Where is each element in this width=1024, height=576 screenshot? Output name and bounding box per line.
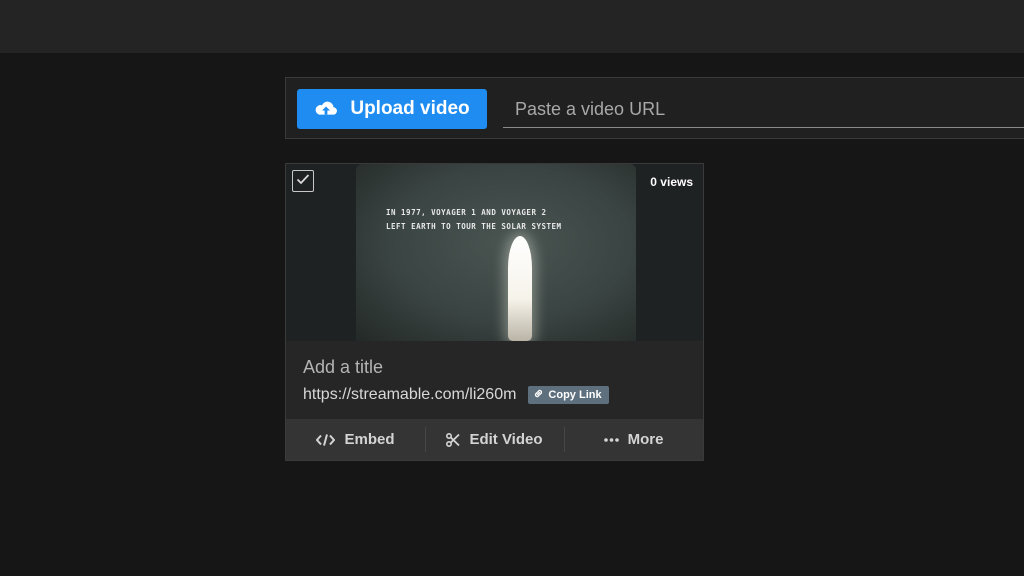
cloud-upload-icon: [314, 100, 338, 118]
code-icon: [316, 433, 336, 446]
select-checkbox[interactable]: [292, 170, 314, 192]
more-button[interactable]: More: [564, 419, 703, 460]
ellipsis-icon: [603, 437, 619, 442]
edit-video-button[interactable]: Edit Video: [425, 419, 564, 460]
link-icon: [533, 388, 544, 402]
upload-bar: Upload video: [285, 77, 1024, 139]
video-actions: Embed Edit Video More: [286, 419, 703, 460]
scissors-icon: [446, 432, 461, 447]
video-url-input[interactable]: [503, 92, 1024, 128]
copy-link-label: Copy Link: [548, 389, 602, 401]
rocket-launch-image: [508, 236, 532, 341]
check-icon: [296, 172, 310, 190]
thumbnail-frame: IN 1977, VOYAGER 1 AND VOYAGER 2 LEFT EA…: [356, 164, 636, 341]
embed-label: Embed: [344, 431, 395, 448]
link-row: https://streamable.com/li260m Copy Link: [303, 386, 609, 404]
top-bar: [0, 0, 1024, 53]
more-label: More: [627, 431, 664, 448]
video-link[interactable]: https://streamable.com/li260m: [303, 386, 516, 404]
edit-video-label: Edit Video: [469, 431, 543, 448]
video-thumbnail[interactable]: IN 1977, VOYAGER 1 AND VOYAGER 2 LEFT EA…: [286, 164, 703, 341]
embed-button[interactable]: Embed: [286, 419, 425, 460]
upload-video-label: Upload video: [350, 98, 470, 119]
video-card: IN 1977, VOYAGER 1 AND VOYAGER 2 LEFT EA…: [285, 163, 704, 461]
thumbnail-caption: IN 1977, VOYAGER 1 AND VOYAGER 2 LEFT EA…: [386, 208, 562, 231]
video-title-field[interactable]: Add a title: [303, 357, 383, 378]
copy-link-button[interactable]: Copy Link: [528, 386, 609, 404]
views-count: 0 views: [650, 175, 693, 189]
upload-video-button[interactable]: Upload video: [297, 89, 487, 129]
